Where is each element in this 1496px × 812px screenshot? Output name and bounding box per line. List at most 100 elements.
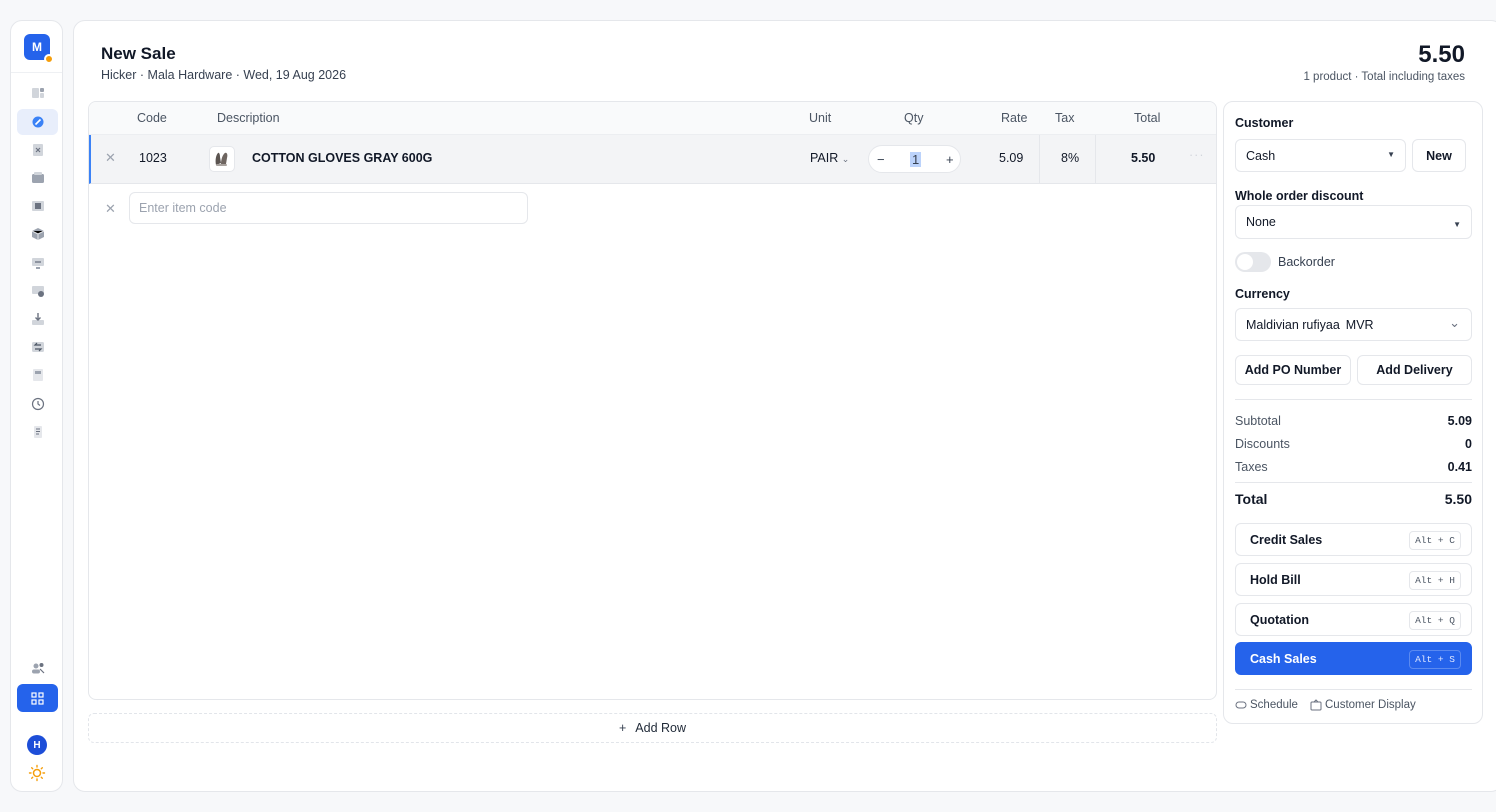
sidebar-item-invoice[interactable]: [17, 137, 58, 163]
sidebar-item-sales[interactable]: [17, 109, 58, 135]
schedule-label: Schedule: [1250, 699, 1298, 711]
inventory-icon: [31, 172, 44, 183]
sidebar-item-returns[interactable]: [17, 334, 58, 360]
users-icon: [31, 663, 44, 674]
caret-down-icon: ▼: [1453, 220, 1461, 229]
items-table: Code Description Unit Qty Rate Tax Total…: [88, 101, 1217, 700]
discounts-row: Discounts 0: [1235, 437, 1472, 451]
quantity-input[interactable]: 1: [910, 152, 922, 167]
chevron-down-icon: ⌄: [841, 154, 850, 164]
sidebar-item-reports[interactable]: [17, 250, 58, 276]
customer-display-link[interactable]: Customer Display: [1310, 699, 1416, 711]
taxes-row: Taxes 0.41: [1235, 460, 1472, 474]
backorder-label: Backorder: [1278, 255, 1335, 269]
sidebar-item-payments[interactable]: [17, 278, 58, 304]
currency-label: Currency: [1235, 287, 1290, 301]
row-description: COTTON GLOVES GRAY 600G: [252, 151, 433, 165]
increment-button[interactable]: +: [946, 152, 954, 167]
taxes-value: 0.41: [1447, 460, 1472, 474]
product-thumbnail: [209, 146, 235, 172]
add-row-button[interactable]: + Add Row: [88, 713, 1217, 743]
apps-grid-button[interactable]: [17, 684, 58, 712]
remove-row-icon[interactable]: ✕: [105, 150, 116, 166]
col-code: Code: [137, 111, 167, 125]
subtotal-value: 5.09: [1447, 414, 1472, 428]
chevron-down-icon: ⌄: [1449, 315, 1460, 330]
row-code: 1023: [139, 151, 167, 165]
caret-down-icon: ▼: [1387, 150, 1395, 159]
discounts-label: Discounts: [1235, 437, 1290, 451]
divider: [1235, 482, 1472, 483]
item-code-input[interactable]: Enter item code: [129, 192, 528, 224]
cash-sales-label: Cash Sales: [1250, 652, 1317, 666]
shortcut-badge: Alt + H: [1409, 571, 1461, 590]
decrement-button[interactable]: −: [877, 152, 885, 167]
add-po-number-button[interactable]: Add PO Number: [1235, 355, 1351, 385]
col-unit: Unit: [809, 111, 832, 125]
sidebar-item-history[interactable]: [17, 391, 58, 417]
sidebar-item-downloads[interactable]: [17, 306, 58, 332]
subtotal-label: Subtotal: [1235, 414, 1281, 428]
add-delivery-button[interactable]: Add Delivery: [1357, 355, 1472, 385]
plus-icon: +: [618, 721, 627, 735]
sidebar-divider: [11, 72, 62, 73]
shortcut-badge: Alt + S: [1409, 650, 1461, 669]
sidebar-item-dashboard[interactable]: [17, 80, 58, 106]
row-more-icon[interactable]: ···: [1189, 148, 1205, 162]
col-qty: Qty: [904, 111, 924, 125]
sun-icon[interactable]: [28, 764, 46, 782]
discounts-value: 0: [1465, 437, 1472, 451]
clear-new-row-icon[interactable]: ✕: [105, 201, 116, 217]
unit-select[interactable]: PAIR ⌄: [810, 151, 849, 165]
customer-select[interactable]: Cash ▼: [1235, 139, 1406, 172]
discount-value: None: [1246, 215, 1276, 229]
quotation-button[interactable]: Quotation Alt + Q: [1235, 603, 1472, 636]
documents-icon: [32, 369, 43, 381]
sidebar-item-products[interactable]: [17, 221, 58, 247]
sidebar-item-inventory[interactable]: [17, 165, 58, 191]
user-avatar[interactable]: H: [27, 735, 47, 755]
sidebar-item-purchases[interactable]: [17, 193, 58, 219]
user-initial: H: [33, 739, 41, 751]
total-label: Total: [1235, 491, 1268, 507]
sales-icon: [32, 116, 43, 128]
schedule-icon: [1235, 701, 1247, 709]
notes-icon: [33, 426, 42, 438]
credit-sales-button[interactable]: Credit Sales Alt + C: [1235, 523, 1472, 556]
sidebar-item-users[interactable]: [17, 655, 58, 681]
hold-bill-label: Hold Bill: [1250, 573, 1301, 587]
sidebar-item-documents[interactable]: [17, 362, 58, 388]
payments-icon: [31, 286, 44, 297]
customer-display-label: Customer Display: [1325, 699, 1416, 711]
taxes-label: Taxes: [1235, 460, 1268, 474]
downloads-icon: [31, 313, 44, 325]
currency-code: MVR: [1345, 317, 1374, 332]
divider: [1235, 689, 1472, 690]
column-divider: [1039, 135, 1040, 183]
currency-name: Maldivian rufiyaa: [1246, 317, 1340, 332]
discount-label: Whole order discount: [1235, 189, 1364, 203]
hold-bill-button[interactable]: Hold Bill Alt + H: [1235, 563, 1472, 596]
new-customer-button[interactable]: New: [1412, 139, 1466, 172]
row-tax: 8%: [1061, 151, 1080, 165]
cash-sales-button[interactable]: Cash Sales Alt + S: [1235, 642, 1472, 675]
col-tax: Tax: [1055, 111, 1075, 125]
grid-icon: [31, 691, 44, 705]
currency-select[interactable]: Maldivian rufiyaa MVR ⌄: [1235, 308, 1472, 341]
main-content: New Sale Hicker · Mala Hardware · Wed, 1…: [73, 20, 1496, 792]
grand-total-caption: 1 product · Total including taxes: [1303, 71, 1465, 83]
col-description: Description: [217, 111, 280, 125]
credit-sales-label: Credit Sales: [1250, 533, 1323, 547]
divider: [1235, 399, 1472, 400]
subtotal-row: Subtotal 5.09: [1235, 414, 1472, 428]
table-row[interactable]: ✕ 1023 COTTON GLOVES GRAY 600G PAIR ⌄ − …: [89, 135, 1216, 184]
table-header: Code Description Unit Qty Rate Tax Total: [89, 102, 1216, 135]
total-value: 5.50: [1444, 491, 1472, 507]
sidebar-item-notes[interactable]: [17, 419, 58, 445]
app-logo[interactable]: M: [24, 34, 54, 64]
sidebar: M H: [10, 20, 63, 792]
backorder-toggle[interactable]: [1235, 252, 1271, 272]
schedule-link[interactable]: Schedule: [1235, 699, 1298, 711]
add-row-label: Add Row: [635, 721, 687, 735]
discount-select[interactable]: None ▼: [1235, 205, 1472, 239]
